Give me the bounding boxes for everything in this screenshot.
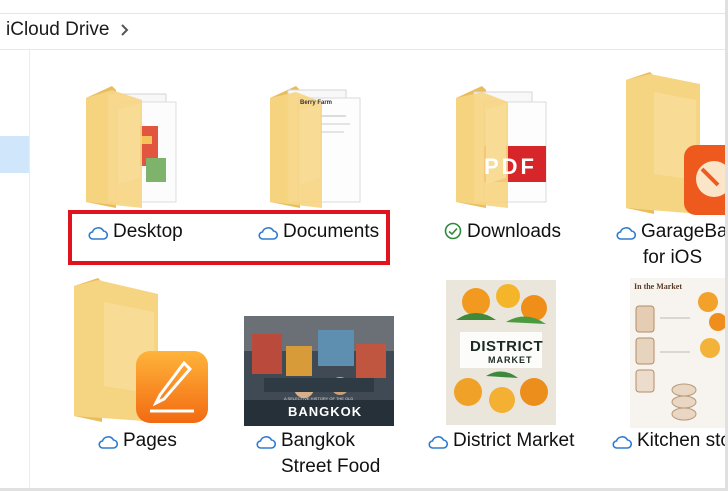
file-item-label-line2: for iOS bbox=[643, 247, 703, 268]
header-divider bbox=[0, 49, 728, 50]
pdf-badge: PDF bbox=[484, 154, 537, 179]
file-item-kitchen-stories[interactable]: In the Market Kitchen sto bbox=[610, 278, 728, 468]
file-item-downloads[interactable]: PDF Downloads bbox=[438, 70, 588, 250]
cloud-icon bbox=[428, 436, 448, 449]
navigation-selected-item[interactable] bbox=[0, 136, 29, 173]
check-circle-icon bbox=[444, 222, 462, 240]
file-item-label: Kitchen sto bbox=[637, 430, 728, 451]
file-item-label: District Market bbox=[453, 430, 575, 451]
bangkok-thumb-subtitle: A SELECTIVE HISTORY OF THE OLD bbox=[284, 396, 354, 401]
file-item-label-line2: Street Food bbox=[281, 456, 381, 477]
file-item-district-market[interactable]: DISTRICT MARKET District Market bbox=[428, 280, 588, 470]
folder-icon bbox=[86, 86, 177, 208]
chevron-right-icon[interactable] bbox=[118, 23, 132, 37]
cloud-icon bbox=[256, 436, 276, 449]
file-item-pages[interactable]: Pages bbox=[68, 276, 218, 466]
documents-thumb-title: Berry Farm bbox=[300, 100, 333, 106]
navigation-pane[interactable] bbox=[0, 50, 30, 491]
bangkok-thumb-title: BANGKOK bbox=[288, 404, 363, 419]
selection-highlight-box bbox=[68, 210, 390, 265]
breadcrumb-location[interactable]: iCloud Drive bbox=[6, 19, 109, 41]
cloud-icon bbox=[616, 227, 636, 240]
district-thumb-subtitle: MARKET bbox=[488, 355, 533, 365]
file-item-label: GarageBan bbox=[641, 221, 728, 242]
file-item-label: Downloads bbox=[467, 221, 561, 242]
cloud-icon bbox=[612, 436, 632, 449]
folder-icon bbox=[456, 86, 547, 208]
file-item-label: Bangkok bbox=[281, 430, 355, 451]
pages-app-icon bbox=[136, 351, 208, 423]
file-item-bangkok-street-food[interactable]: A SELECTIVE HISTORY OF THE OLD BANGKOK B… bbox=[244, 316, 404, 486]
kitchen-thumb-title: In the Market bbox=[634, 282, 682, 291]
kitchen-stories-thumbnail bbox=[630, 278, 726, 428]
breadcrumb: iCloud Drive bbox=[0, 14, 728, 50]
cloud-icon bbox=[98, 436, 118, 449]
district-thumb-title: DISTRICT bbox=[470, 338, 544, 355]
file-item-garageband[interactable]: GarageBan for iOS bbox=[612, 70, 728, 280]
garageband-app-icon bbox=[684, 145, 728, 215]
file-item-label: Pages bbox=[123, 430, 177, 451]
